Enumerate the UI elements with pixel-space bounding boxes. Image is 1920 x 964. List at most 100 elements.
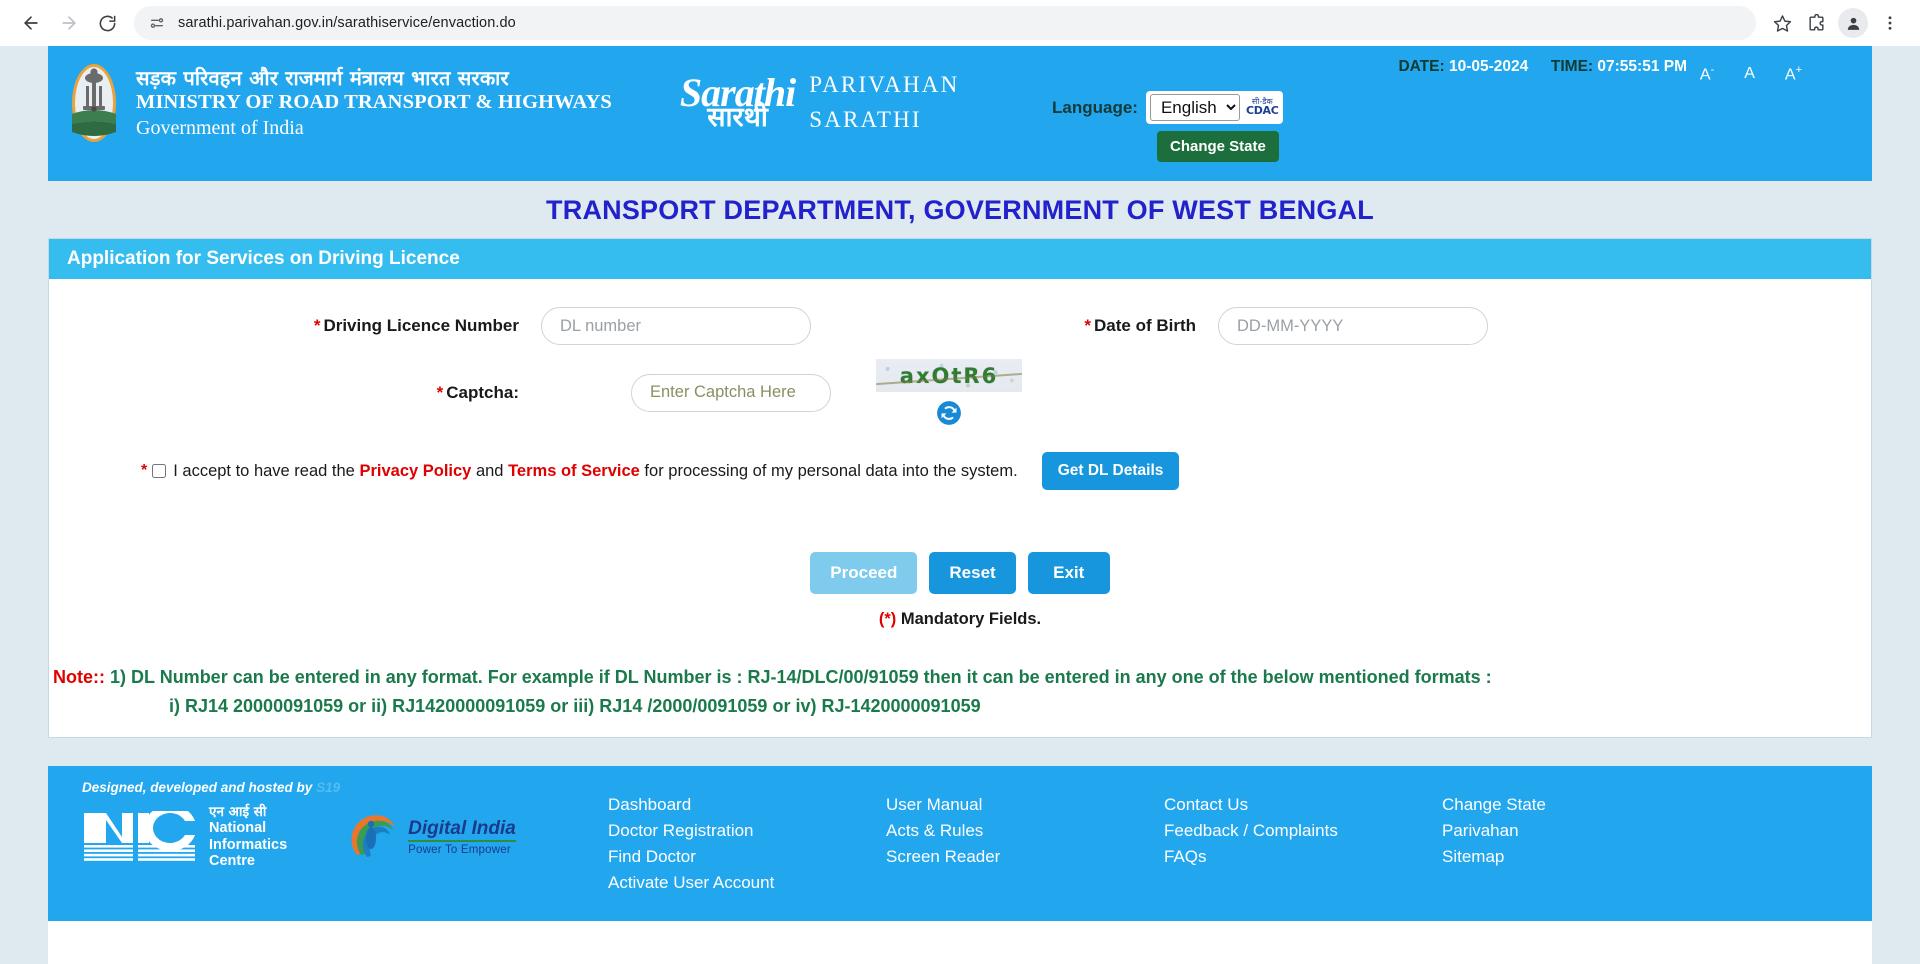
profile-avatar-icon[interactable] [1838,8,1868,38]
required-asterisk: * [141,462,148,479]
footer-link-faqs[interactable]: FAQs [1164,844,1442,870]
digital-india-title: Digital India [408,818,516,842]
dob-input[interactable] [1218,307,1488,345]
card-title: Application for Services on Driving Lice… [49,239,1871,279]
dob-field-wrap [1218,307,1488,345]
footer-link-doctor-registration[interactable]: Doctor Registration [608,818,886,844]
required-asterisk: * [313,316,321,335]
cdac-latin: CDAC [1245,104,1279,118]
card-body: *Driving Licence Number *Date of Birth *… [49,279,1871,738]
back-arrow-icon[interactable] [14,6,48,40]
footer-link-contact-us[interactable]: Contact Us [1164,792,1442,818]
time-label: TIME: [1550,58,1594,75]
captcha-input[interactable] [631,373,831,412]
font-decrease-button[interactable]: A- [1700,64,1714,84]
page-title: TRANSPORT DEPARTMENT, GOVERNMENT OF WEST… [48,181,1872,238]
footer-link-dashboard[interactable]: Dashboard [608,792,886,818]
footer-link-parivahan[interactable]: Parivahan [1442,818,1720,844]
footer-column-2: User Manual Acts & Rules Screen Reader [886,792,1164,903]
ministry-branding: सड़क परिवहन और राजमार्ग मंत्रालय भारत सर… [48,46,612,144]
captcha-block: axOtR6 [875,359,1023,426]
language-selector-row: Language: English हिंदी सी-डैक CDAC [1052,91,1283,124]
exit-button[interactable]: Exit [1027,552,1110,594]
brand-parivahan: PARIVAHAN [809,72,960,97]
captcha-field-wrap [631,373,831,412]
footer-branding: Designed, developed and hosted by S19 एन… [48,780,608,903]
footer-link-user-manual[interactable]: User Manual [886,792,1164,818]
proceed-button[interactable]: Proceed [810,552,918,594]
accept-terms-checkbox[interactable] [152,464,167,478]
footer-column-3: Contact Us Feedback / Complaints FAQs [1164,792,1442,903]
sarathi-branding: Sarathi सारथी PARIVAHAN SARATHI [680,46,959,137]
sarathi-logo: Sarathi सारथी [680,72,796,131]
font-normal-button[interactable]: A [1744,65,1755,83]
ministry-name-hindi: सड़क परिवहन और राजमार्ग मंत्रालय भारत सर… [136,65,509,90]
required-asterisk: * [1084,316,1091,335]
digital-india-logo: Digital India Power To Empower [345,809,516,865]
nic-mark-icon [84,811,195,862]
nic-line-3: Centre [209,852,255,869]
date-value: 10-05-2024 [1448,58,1529,75]
footer-link-acts-and-rules[interactable]: Acts & Rules [886,818,1164,844]
required-asterisk: * [436,382,444,402]
forward-arrow-icon[interactable] [52,6,86,40]
hosted-by-version: S19 [316,780,341,796]
privacy-policy-link[interactable]: Privacy Policy [359,462,471,480]
ministry-text-block: सड़क परिवहन और राजमार्ग मंत्रालय भारत सर… [136,66,612,141]
time-value: 07:55:51 PM [1597,58,1687,75]
india-emblem-icon [66,62,122,144]
footer-link-activate-user-account[interactable]: Activate User Account [608,870,886,896]
nic-hindi: एन आई सी [209,804,267,821]
cdac-logo-icon: सी-डैक CDAC [1246,98,1279,116]
footer-link-feedback-complaints[interactable]: Feedback / Complaints [1164,818,1442,844]
digital-india-mark-icon [351,815,396,858]
reload-icon[interactable] [90,6,124,40]
nic-logo: एन आई सी National Informatics Centre [82,805,287,869]
captcha-image: axOtR6 [876,359,1022,392]
mandatory-star: (*) [878,610,897,628]
date-label: DATE: [1398,58,1445,75]
footer-link-find-doctor[interactable]: Find Doctor [608,844,886,870]
reset-button[interactable]: Reset [929,552,1016,594]
terms-of-service-link[interactable]: Terms of Service [508,462,640,480]
footer-link-change-state[interactable]: Change State [1442,792,1720,818]
three-dot-menu-icon[interactable] [1874,7,1906,39]
star-icon[interactable] [1766,7,1798,39]
nic-wordmark: एन आई सी National Informatics Centre [209,805,287,869]
browser-toolbar: sarathi.parivahan.gov.in/sarathiservice/… [0,0,1920,46]
language-select[interactable]: English हिंदी [1149,94,1240,121]
page-bottom-whitespace [48,921,1872,964]
accept-terms-text: I accept to have read the Privacy Policy… [173,461,1018,480]
change-state-button[interactable]: Change State [1157,131,1279,162]
dl-number-input[interactable] [541,307,811,345]
footer-link-columns: Dashboard Doctor Registration Find Docto… [608,780,1872,903]
font-increase-button[interactable]: A+ [1785,64,1802,84]
row-dl-dob: *Driving Licence Number *Date of Birth [49,307,1871,345]
brand-names: PARIVAHAN SARATHI [809,68,959,137]
date-time-display: DATE: 10-05-2024 TIME: 07:55:51 PM [1398,58,1687,76]
dl-format-note: Note:: 1) DL Number can be entered in an… [49,663,1871,737]
mandatory-text: Mandatory Fields. [900,610,1042,628]
web-page: सड़क परिवहन और राजमार्ग मंत्रालय भारत सर… [0,46,1920,964]
captcha-label: * Captcha: [436,382,519,402]
dl-number-label: * Driving Licence Number [313,316,519,335]
address-bar-url: sarathi.parivahan.gov.in/sarathiservice/… [178,15,516,31]
extensions-icon[interactable] [1800,7,1832,39]
footer-logos: एन आई सी National Informatics Centre Dig… [82,805,608,869]
dl-number-field-wrap [541,307,811,345]
mandatory-fields-note: (*) Mandatory Fields. [49,610,1871,629]
note-line-1: 1) DL Number can be entered in any forma… [110,667,1492,687]
footer-link-sitemap[interactable]: Sitemap [1442,844,1720,870]
refresh-captcha-icon[interactable] [936,400,962,426]
digital-india-wordmark: Digital India Power To Empower [408,818,516,856]
get-dl-details-button[interactable]: Get DL Details [1041,452,1180,490]
footer-spacer [48,738,1872,767]
address-bar[interactable]: sarathi.parivahan.gov.in/sarathiservice/… [134,6,1756,40]
brand-sarathi: SARATHI [809,106,922,132]
site-header: सड़क परिवहन और राजमार्ग मंत्रालय भारत सर… [48,46,1872,181]
site-footer: Designed, developed and hosted by S19 एन… [48,766,1872,922]
header-right-panel: DATE: 10-05-2024 TIME: 07:55:51 PM Langu… [972,46,1872,181]
footer-link-screen-reader[interactable]: Screen Reader [886,844,1164,870]
page-container: सड़क परिवहन और राजमार्ग मंत्रालय भारत सर… [48,46,1872,964]
site-settings-icon[interactable] [146,12,168,34]
